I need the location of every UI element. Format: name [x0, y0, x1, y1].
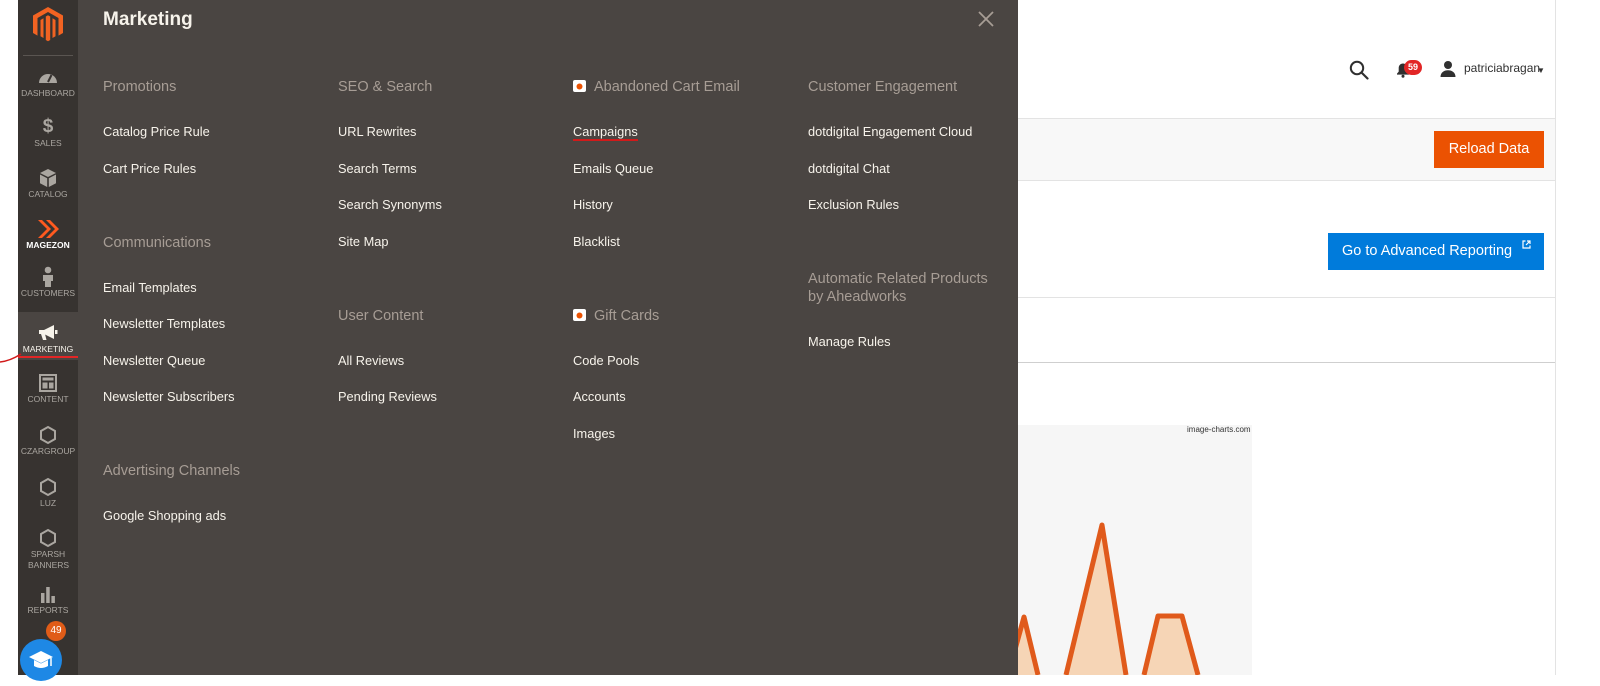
- menu-link-catalog-price-rule[interactable]: Catalog Price Rule: [103, 124, 210, 139]
- menu-link-site-map[interactable]: Site Map: [338, 234, 389, 249]
- chart-graphic: [1018, 522, 1201, 675]
- advanced-reporting-label: Go to Advanced Reporting: [1342, 243, 1513, 259]
- sidebar-item-label: SPARSH BANNERS: [28, 549, 70, 570]
- admin-sidebar: DASHBOARD $ SALES CATALOG MAGEZON CUSTOM…: [18, 0, 78, 675]
- sidebar-item-marketing[interactable]: MARKETING: [18, 312, 78, 360]
- hexagon-icon: [40, 425, 56, 445]
- sidebar-item-label: REPORTS: [27, 605, 69, 615]
- sidebar-item-sales[interactable]: $ SALES: [18, 116, 78, 149]
- menu-link-pending-reviews[interactable]: Pending Reviews: [338, 389, 437, 404]
- menu-link-newsletter-subscribers[interactable]: Newsletter Subscribers: [103, 389, 235, 404]
- menu-link-dotdigital-chat[interactable]: dotdigital Chat: [808, 161, 890, 176]
- menu-link-newsletter-queue[interactable]: Newsletter Queue: [103, 353, 205, 368]
- close-icon[interactable]: [976, 9, 996, 29]
- dashboard-icon: [39, 74, 57, 83]
- menu-link-cart-price-rules[interactable]: Cart Price Rules: [103, 161, 196, 176]
- section-title-label: Gift Cards: [594, 308, 660, 324]
- section-title-gift-cards: Gift Cards: [573, 307, 659, 325]
- dotdigital-icon: [573, 80, 586, 92]
- person-icon: [43, 266, 53, 287]
- magento-logo[interactable]: [28, 4, 68, 44]
- menu-link-google-shopping-ads[interactable]: Google Shopping ads: [103, 508, 226, 523]
- menu-link-emails-queue[interactable]: Emails Queue: [573, 161, 653, 176]
- hexagon-icon: [40, 477, 56, 497]
- divider: [1018, 297, 1556, 298]
- sidebar-item-reports[interactable]: REPORTS: [18, 583, 78, 616]
- sidebar-item-magezon[interactable]: MAGEZON: [18, 218, 78, 251]
- menu-link-search-synonyms[interactable]: Search Synonyms: [338, 197, 442, 212]
- section-title-promotions: Promotions: [103, 79, 177, 95]
- sidebar-item-label: MAGEZON: [26, 240, 70, 250]
- user-icon[interactable]: [1440, 60, 1456, 77]
- sidebar-item-content[interactable]: CONTENT: [18, 372, 78, 405]
- sidebar-item-czargroup[interactable]: CZARGROUP: [18, 424, 78, 457]
- external-link-icon: [1522, 228, 1531, 265]
- dollar-icon: $: [42, 116, 54, 137]
- dashboard-chart: [1018, 425, 1252, 675]
- section-title-automatic-related-products-line2: by Aheadworks: [808, 289, 907, 305]
- section-title-user-content: User Content: [338, 308, 424, 324]
- menu-link-manage-rules[interactable]: Manage Rules: [808, 334, 891, 349]
- menu-link-blacklist[interactable]: Blacklist: [573, 234, 620, 249]
- menu-link-search-terms[interactable]: Search Terms: [338, 161, 417, 176]
- notification-count-badge: 59: [1404, 60, 1422, 75]
- sidebar-item-label: DASHBOARD: [21, 88, 75, 98]
- sidebar-item-catalog[interactable]: CATALOG: [18, 167, 78, 200]
- help-count-badge: 49: [46, 621, 66, 641]
- page-header: [1018, 0, 1600, 118]
- reload-data-button[interactable]: Reload Data: [1434, 131, 1544, 168]
- cube-icon: [40, 169, 56, 187]
- sidebar-item-label: CATALOG: [28, 189, 68, 199]
- marketing-menu-panel: Marketing Promotions Catalog Price Rule …: [78, 0, 1018, 675]
- megaphone-icon: [39, 325, 58, 340]
- menu-link-email-templates[interactable]: Email Templates: [103, 280, 197, 295]
- menu-link-code-pools[interactable]: Code Pools: [573, 353, 639, 368]
- sidebar-item-customers[interactable]: CUSTOMERS: [18, 266, 78, 299]
- aheadworks-icon: [573, 309, 586, 321]
- magezon-logo-icon: [38, 220, 59, 238]
- search-icon[interactable]: [1349, 60, 1369, 80]
- active-indicator: [18, 356, 78, 358]
- menu-link-newsletter-templates[interactable]: Newsletter Templates: [103, 316, 225, 331]
- menu-link-dotdigital-engagement-cloud[interactable]: dotdigital Engagement Cloud: [808, 124, 972, 139]
- sidebar-item-sparsh-banners[interactable]: SPARSH BANNERS: [18, 527, 78, 571]
- chart-credit: image-charts.com: [1187, 425, 1251, 434]
- menu-link-exclusion-rules[interactable]: Exclusion Rules: [808, 197, 899, 212]
- sidebar-item-dashboard[interactable]: DASHBOARD: [18, 66, 78, 99]
- section-title-advertising-channels: Advertising Channels: [103, 463, 241, 479]
- section-title-abandoned-cart-email: Abandoned Cart Email: [573, 78, 740, 96]
- sidebar-item-label: CZARGROUP: [20, 446, 76, 456]
- section-title-label: Abandoned Cart Email: [594, 79, 740, 95]
- divider: [1555, 0, 1556, 675]
- sidebar-item-label: SALES: [34, 138, 62, 148]
- menu-link-images[interactable]: Images: [573, 426, 615, 441]
- annotation-mark: [0, 353, 22, 363]
- sidebar-item-label: CONTENT: [27, 394, 69, 404]
- menu-link-url-rewrites[interactable]: URL Rewrites: [338, 124, 416, 139]
- sidebar-item-label: CUSTOMERS: [20, 288, 76, 298]
- section-title-automatic-related-products: Automatic Related Products: [808, 271, 988, 287]
- bar-chart-icon: [41, 587, 55, 603]
- chevron-down-icon[interactable]: ▼: [1537, 66, 1545, 75]
- advanced-reporting-button[interactable]: Go to Advanced Reporting: [1328, 233, 1544, 270]
- sidebar-item-label: LUZ: [39, 498, 57, 508]
- menu-link-history[interactable]: History: [573, 197, 613, 212]
- menu-link-campaigns[interactable]: Campaigns: [573, 124, 638, 141]
- section-title-seo-search: SEO & Search: [338, 79, 433, 95]
- sidebar-item-label: MARKETING: [22, 344, 74, 354]
- menu-link-accounts[interactable]: Accounts: [573, 389, 626, 404]
- section-title-customer-engagement: Customer Engagement: [808, 79, 958, 95]
- hexagon-icon: [40, 528, 56, 548]
- username-link[interactable]: patriciabragan: [1464, 61, 1540, 75]
- menu-link-all-reviews[interactable]: All Reviews: [338, 353, 404, 368]
- divider: [1018, 362, 1556, 363]
- divider: [23, 55, 73, 56]
- layout-icon: [39, 374, 57, 392]
- section-title-communications: Communications: [103, 235, 211, 251]
- sidebar-item-luz[interactable]: LUZ: [18, 476, 78, 509]
- panel-title: Marketing: [103, 9, 193, 30]
